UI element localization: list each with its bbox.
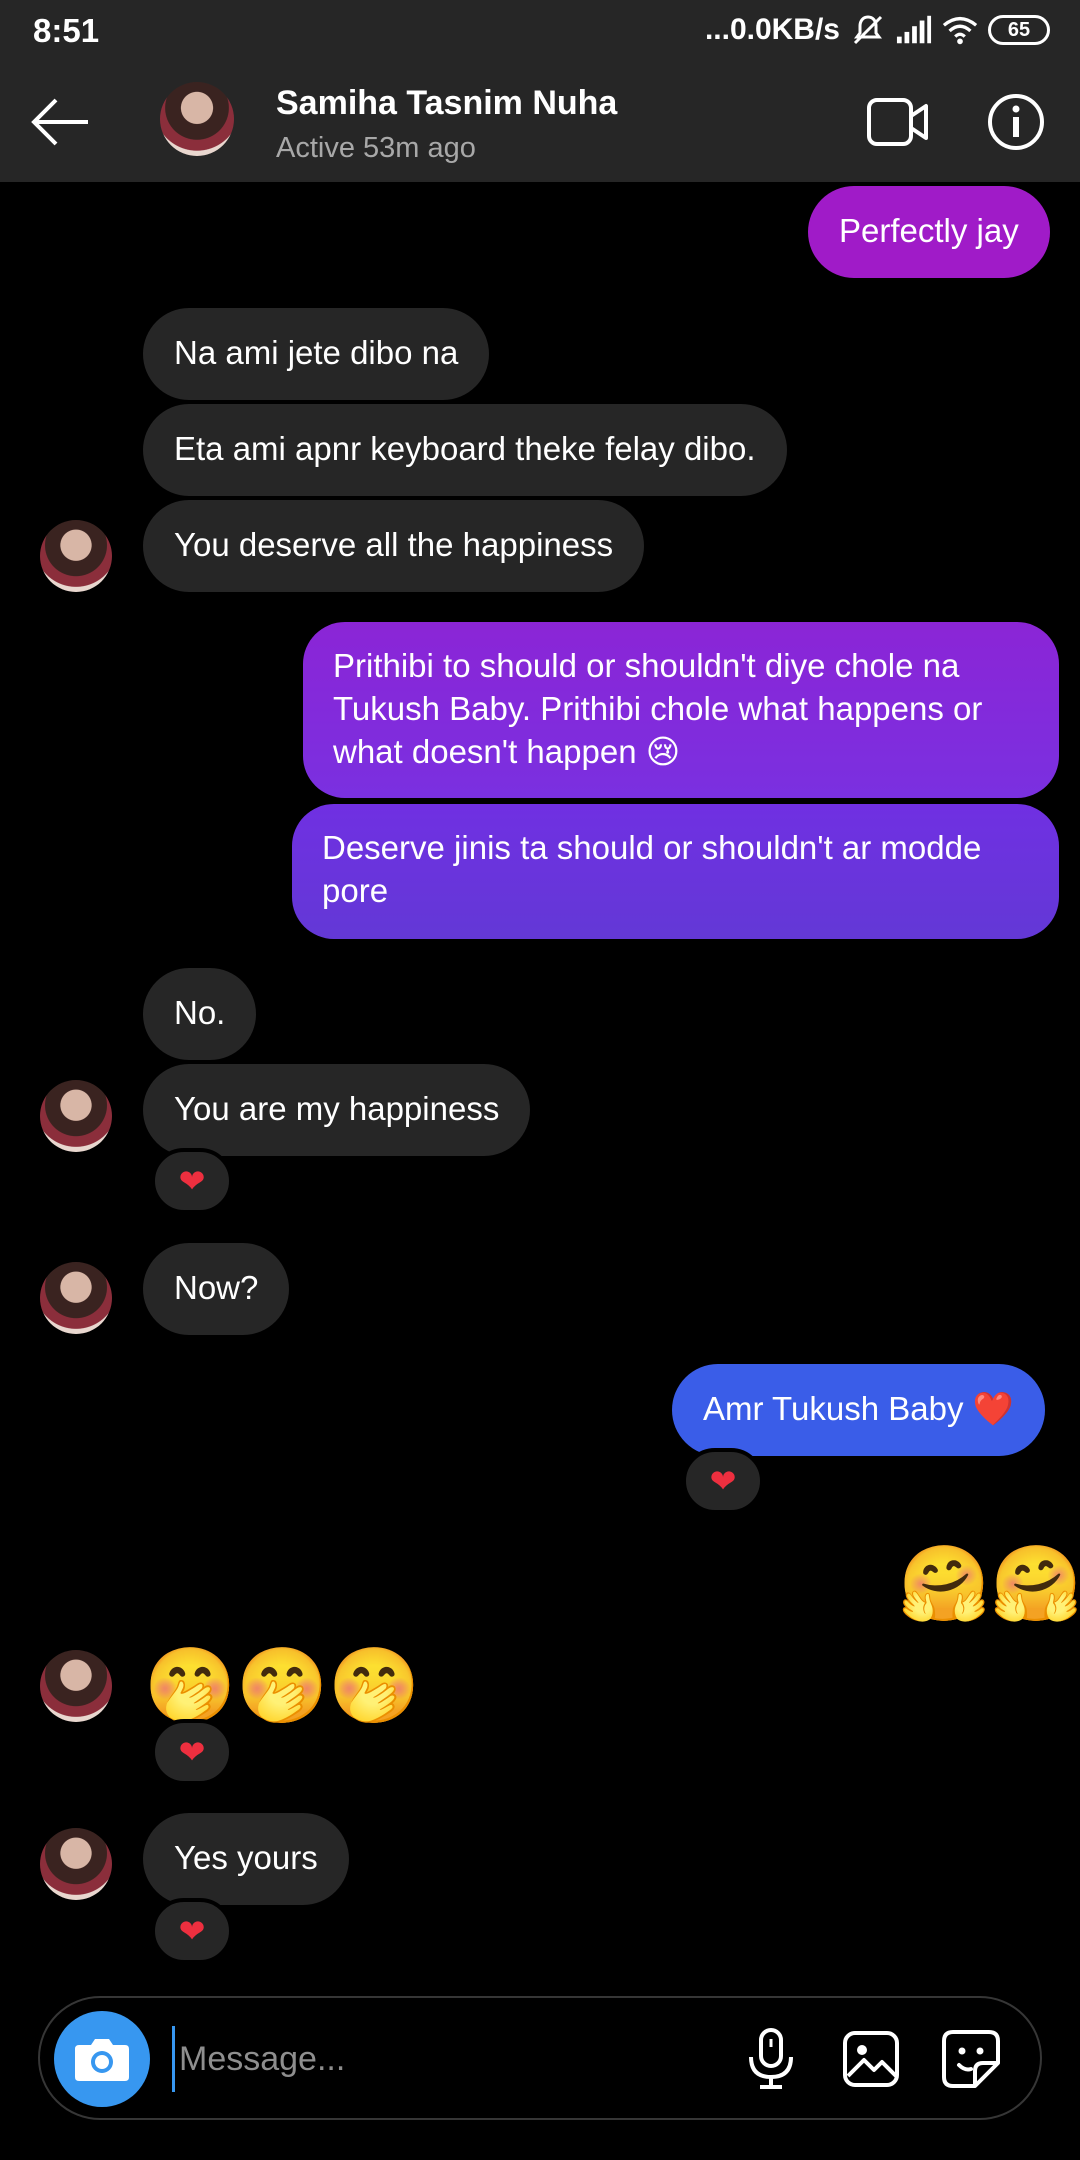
info-button[interactable] <box>986 92 1046 152</box>
message-bubble-in[interactable]: Na ami jete dibo na <box>143 308 490 400</box>
microphone-button[interactable] <box>736 2024 806 2094</box>
sender-avatar[interactable] <box>40 520 112 592</box>
image-icon <box>843 2031 899 2087</box>
message-bubble-in[interactable]: Eta ami apnr keyboard theke felay dibo. <box>143 404 787 496</box>
contact-name[interactable]: Samiha Tasnim Nuha <box>276 84 617 123</box>
message-bubble-out[interactable]: Perfectly jay <box>808 186 1050 278</box>
message-bubble-out[interactable]: Deserve jinis ta should or shouldn't ar … <box>292 804 1059 939</box>
sender-avatar[interactable] <box>40 1262 112 1334</box>
back-button[interactable] <box>28 90 92 154</box>
message-input[interactable] <box>172 2026 612 2092</box>
network-speed: ...0.0KB/s <box>704 13 840 46</box>
camera-button[interactable] <box>54 2011 150 2107</box>
sticker-button[interactable] <box>936 2024 1006 2094</box>
sender-avatar[interactable] <box>40 1828 112 1900</box>
message-bubble-in[interactable]: You are my happiness <box>143 1064 531 1156</box>
sender-avatar[interactable] <box>40 1650 112 1722</box>
message-bubble-out[interactable]: Prithibi to should or shouldn't diye cho… <box>303 622 1059 798</box>
message-composer <box>38 1996 1042 2120</box>
reaction-heart[interactable]: ❤ <box>151 1898 233 1964</box>
emoji-message-in[interactable]: 🤭🤭🤭 <box>144 1646 420 1726</box>
sender-avatar[interactable] <box>40 1080 112 1152</box>
video-camera-icon <box>867 98 928 146</box>
gallery-button[interactable] <box>836 2024 906 2094</box>
message-bubble-in[interactable]: Now? <box>143 1243 290 1335</box>
camera-icon <box>75 2039 129 2081</box>
arrow-left-icon <box>31 98 88 146</box>
battery-icon: 65 <box>988 15 1050 45</box>
reaction-heart[interactable]: ❤ <box>682 1448 764 1514</box>
contact-avatar[interactable] <box>160 82 234 156</box>
microphone-icon <box>749 2028 793 2089</box>
sticker-icon <box>942 2030 1000 2088</box>
status-time: 8:51 <box>33 12 100 49</box>
message-bubble-in[interactable]: No. <box>143 968 257 1060</box>
wifi-icon <box>942 12 978 48</box>
reaction-heart[interactable]: ❤ <box>151 1719 233 1785</box>
video-call-button[interactable] <box>866 94 930 150</box>
status-bar: 8:51 ...0.0KB/s 65 <box>0 0 1080 60</box>
message-bubble-in[interactable]: You deserve all the happiness <box>143 500 645 592</box>
contact-status: Active 53m ago <box>276 132 476 164</box>
reaction-heart[interactable]: ❤ <box>151 1148 233 1214</box>
message-bubble-out[interactable]: Amr Tukush Baby ❤️ <box>672 1364 1045 1456</box>
status-indicators: ...0.0KB/s 65 <box>705 10 1050 50</box>
message-bubble-in[interactable]: Yes yours <box>143 1813 349 1905</box>
chat-header: Samiha Tasnim Nuha Active 53m ago <box>0 60 1080 182</box>
emoji-message-out[interactable]: 🤗🤗 <box>898 1544 1080 1624</box>
info-circle-icon <box>988 94 1044 150</box>
mute-icon <box>850 12 886 48</box>
signal-icon <box>896 12 932 48</box>
